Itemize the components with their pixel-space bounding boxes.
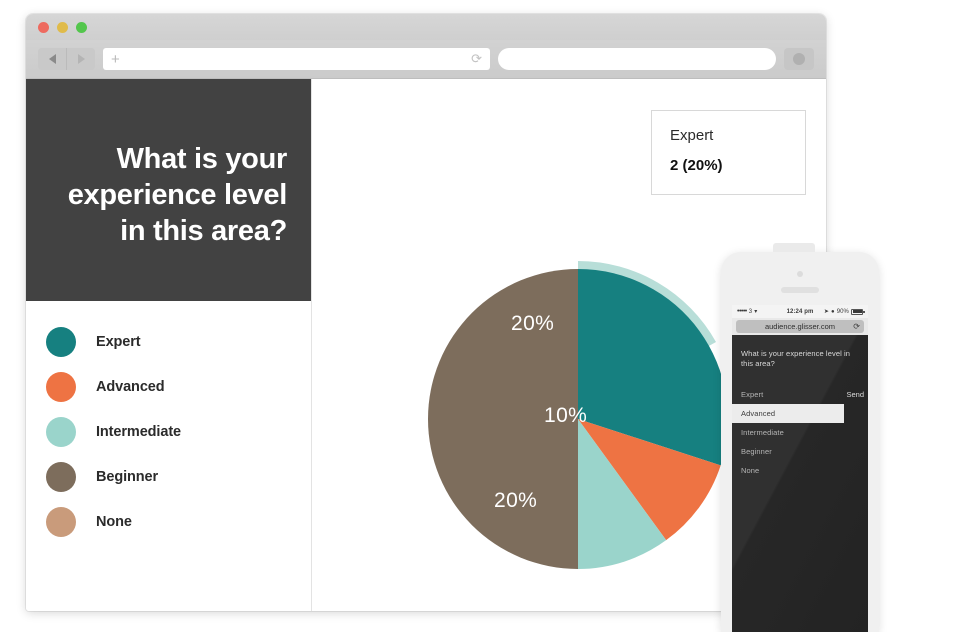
phone-option-row-none: None <box>732 461 868 480</box>
battery-icon <box>851 308 865 315</box>
phone-options-list: Expert Advanced Send Intermediate Beginn… <box>732 385 868 480</box>
profile-icon[interactable] <box>784 48 814 70</box>
legend-swatch-beginner <box>46 461 76 492</box>
forward-button[interactable] <box>66 48 95 70</box>
window-controls <box>38 22 87 33</box>
phone-power-button[interactable] <box>773 243 815 252</box>
legend-swatch-intermediate <box>46 416 76 447</box>
legend-swatch-advanced <box>46 371 76 402</box>
phone-clock: 12:24 pm <box>786 308 814 315</box>
phone-option-label: Advanced <box>741 408 776 418</box>
chevron-right-icon <box>77 54 85 64</box>
phone-option-row-beginner: Beginner <box>732 442 868 461</box>
phone-poll-view: What is your experience level in this ar… <box>732 335 868 632</box>
phone-address-bar[interactable]: audience.glisser.com ⟳ <box>732 318 868 335</box>
reload-icon[interactable]: ⟳ <box>471 51 482 67</box>
legend-label-beginner: Beginner <box>96 468 159 485</box>
pie-label-beginner: 50% <box>327 404 371 427</box>
screenshot-root: + ⟳ What is your experience level in thi… <box>0 0 960 632</box>
legend-item-advanced[interactable]: Advanced <box>46 364 311 409</box>
address-bar[interactable]: + ⟳ <box>103 48 490 70</box>
phone-option-row-intermediate: Intermediate <box>732 423 868 442</box>
phone-option-row-advanced: Advanced Send <box>732 390 868 423</box>
page-content: What is your experience level in this ar… <box>26 79 826 611</box>
tooltip-title: Expert <box>670 127 714 144</box>
browser-toolbar: + ⟳ <box>26 40 826 79</box>
phone-mockup: ••••• 3 ▾ 12:24 pm ➤ ● 90% audience.glis… <box>721 243 879 632</box>
close-window-button[interactable] <box>38 22 49 33</box>
phone-question: What is your experience level in this ar… <box>741 349 851 368</box>
phone-option-advanced[interactable]: Advanced <box>732 403 844 423</box>
minimize-window-button[interactable] <box>57 22 68 33</box>
phone-url-text: audience.glisser.com <box>764 322 836 331</box>
phone-send-button[interactable]: Send <box>846 390 864 399</box>
legend-item-beginner[interactable]: Beginner <box>46 454 311 499</box>
phone-status-bar: ••••• 3 ▾ 12:24 pm ➤ ● 90% <box>732 305 868 318</box>
legend-label-advanced: Advanced <box>96 378 165 395</box>
legend-swatch-expert <box>46 326 76 357</box>
browser-titlebar <box>26 14 826 40</box>
phone-screen: ••••• 3 ▾ 12:24 pm ➤ ● 90% audience.glis… <box>732 305 868 632</box>
phone-option-intermediate[interactable]: Intermediate <box>732 423 868 442</box>
legend-label-expert: Expert <box>96 333 141 350</box>
left-panel: What is your experience level in this ar… <box>26 79 312 611</box>
chart-tooltip: Expert 2 (20%) <box>651 110 806 195</box>
back-button[interactable] <box>38 48 66 70</box>
phone-camera-icon <box>797 271 803 277</box>
phone-option-beginner[interactable]: Beginner <box>732 442 868 461</box>
legend-swatch-none <box>46 506 76 537</box>
question-panel: What is your experience level in this ar… <box>26 79 311 301</box>
page-title: What is your experience level in this ar… <box>67 142 288 248</box>
phone-option-label: None <box>741 465 760 475</box>
add-icon: + <box>111 50 120 68</box>
chevron-left-icon <box>48 54 56 64</box>
legend-item-intermediate[interactable]: Intermediate <box>46 409 311 454</box>
pie-label-intermediate: 20% <box>494 489 538 512</box>
zoom-window-button[interactable] <box>76 22 87 33</box>
phone-speaker-icon <box>781 287 819 293</box>
legend-item-expert[interactable]: Expert <box>46 319 311 364</box>
phone-option-none[interactable]: None <box>732 461 868 480</box>
legend-label-intermediate: Intermediate <box>96 423 182 440</box>
phone-option-label: Intermediate <box>741 427 784 437</box>
pie-label-advanced: 10% <box>544 404 588 427</box>
pie-label-expert: 20% <box>511 312 555 335</box>
legend-item-none[interactable]: None <box>46 499 311 544</box>
phone-option-label: Beginner <box>741 446 772 456</box>
phone-option-label: Expert <box>741 389 764 399</box>
reload-icon[interactable]: ⟳ <box>853 322 860 331</box>
search-input[interactable] <box>498 48 776 70</box>
tooltip-value: 2 (20%) <box>670 157 723 174</box>
legend-label-none: None <box>96 513 132 530</box>
browser-window: + ⟳ What is your experience level in thi… <box>26 14 826 611</box>
phone-url-pill[interactable]: audience.glisser.com ⟳ <box>736 320 864 333</box>
chart-legend: Expert Advanced Intermediate Beginner No… <box>26 301 311 544</box>
navigation-buttons <box>38 48 95 70</box>
profile-dot <box>793 53 805 65</box>
